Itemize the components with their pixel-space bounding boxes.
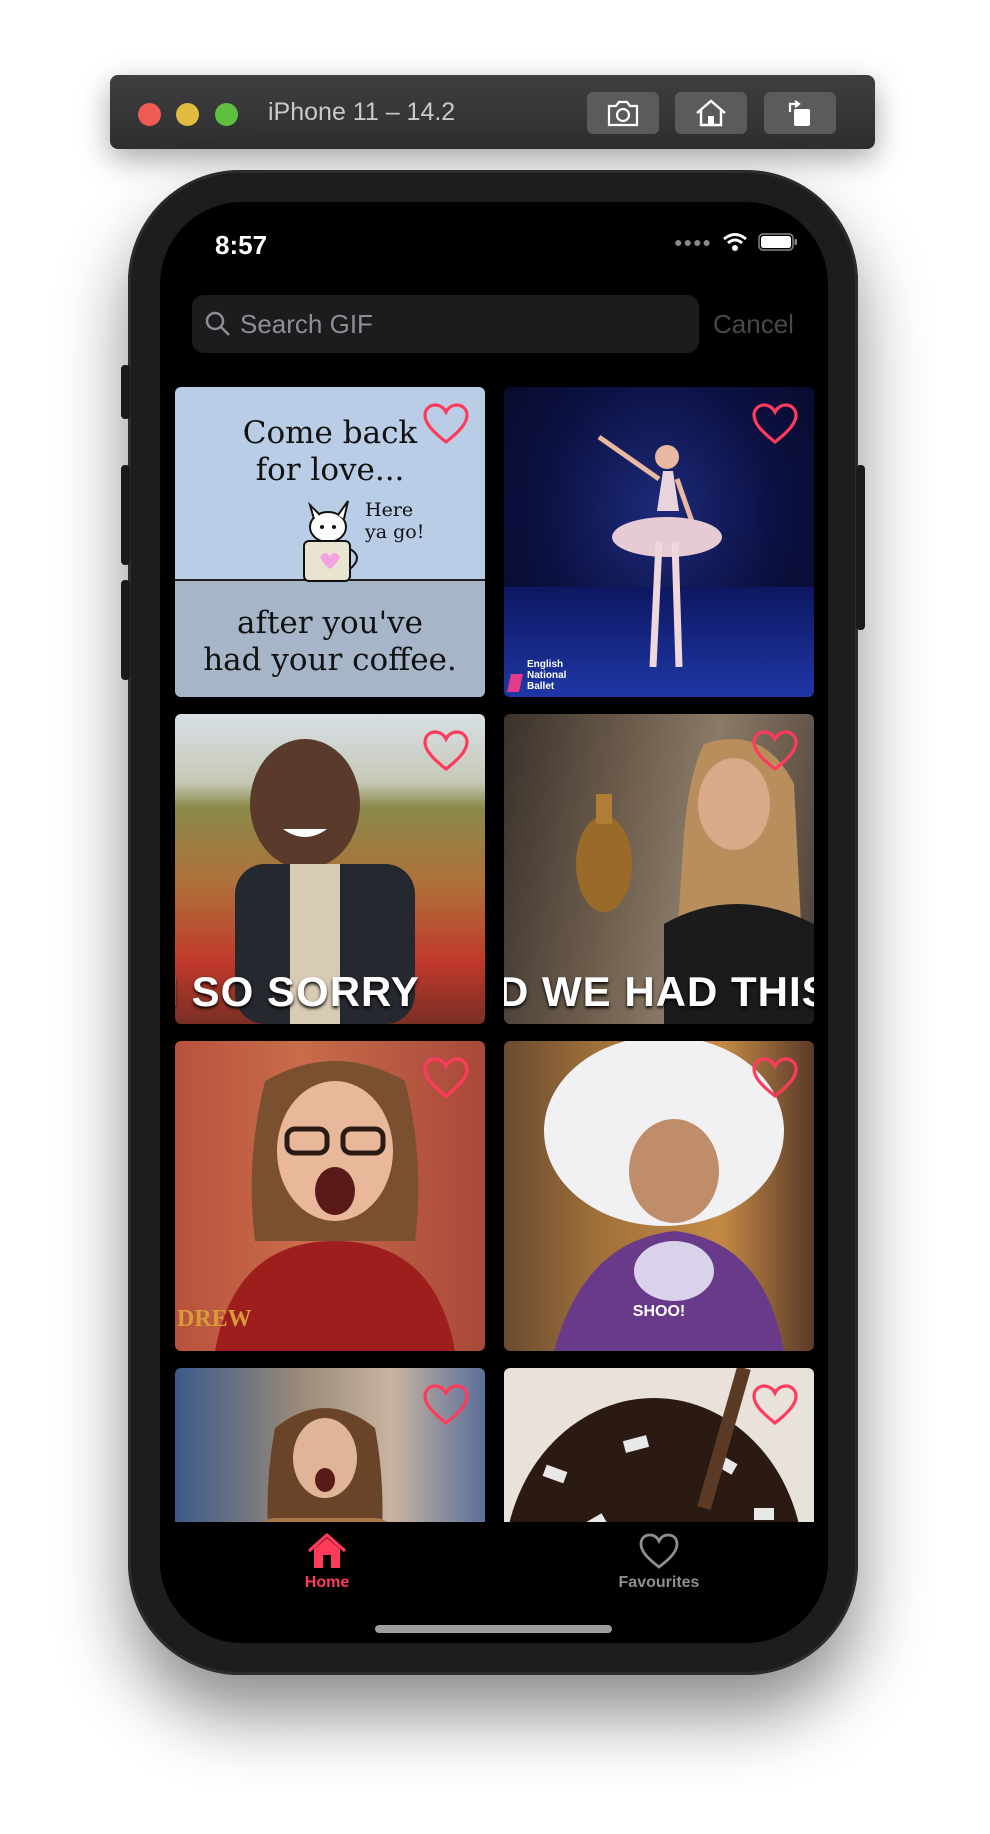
- power-button: [856, 465, 865, 630]
- gif-tile[interactable]: DREW: [175, 1041, 485, 1351]
- gif-caption: SHOO!: [632, 1303, 686, 1320]
- gif-tile[interactable]: [504, 1368, 814, 1522]
- search-placeholder: Search GIF: [240, 309, 373, 339]
- search-input[interactable]: Search GIF: [192, 295, 699, 353]
- device-screen: 8:57 ●●●● Search GIF Cancel Come back for…: [160, 202, 828, 1643]
- ballerina-figure: [597, 434, 722, 668]
- home-button[interactable]: [675, 92, 747, 134]
- simulator-title: iPhone 11 – 14.2: [268, 98, 456, 126]
- wifi-icon: [723, 233, 747, 251]
- minimize-window-button[interactable]: [176, 103, 199, 126]
- gif-text-aside: Here ya go!: [365, 499, 425, 543]
- woman-yelling-figure: [263, 1408, 387, 1522]
- volume-up-button: [121, 465, 130, 565]
- battery-icon: [758, 233, 797, 251]
- favourite-heart-icon[interactable]: [422, 1383, 470, 1427]
- volume-down-button: [121, 580, 130, 680]
- home-filled-icon: [307, 1533, 347, 1568]
- screenshot-button[interactable]: [587, 92, 659, 134]
- gif-tile[interactable]: [175, 1368, 485, 1522]
- gif-tile[interactable]: D WE HAD THIS C: [504, 714, 814, 1024]
- favourite-heart-icon[interactable]: [422, 402, 470, 446]
- home-icon: [696, 99, 726, 127]
- rotate-icon: [788, 100, 810, 126]
- gif-caption: M SO SORRY: [175, 968, 420, 1015]
- gif-text-bottom: after you've had your coffee.: [203, 605, 457, 678]
- gif-caption: D WE HAD THIS C: [504, 968, 814, 1015]
- home-indicator[interactable]: [375, 1625, 612, 1633]
- gif-tile[interactable]: Come back for love... Here ya go! after yo…: [175, 387, 485, 697]
- favourite-heart-icon[interactable]: [751, 729, 799, 773]
- gif-tile[interactable]: M SO SORRY: [175, 714, 485, 1024]
- favourite-heart-icon[interactable]: [751, 402, 799, 446]
- tab-home[interactable]: Home: [247, 1532, 407, 1592]
- tab-home-label: Home: [304, 1574, 350, 1591]
- favourite-heart-icon[interactable]: [422, 729, 470, 773]
- heart-outline-icon: [639, 1533, 679, 1569]
- favourite-heart-icon[interactable]: [422, 1056, 470, 1100]
- notch: [308, 202, 680, 256]
- close-window-button[interactable]: [138, 103, 161, 126]
- zoom-window-button[interactable]: [215, 103, 238, 126]
- gif-tile[interactable]: English National Ballet: [504, 387, 814, 697]
- gif-tile[interactable]: SHOO!: [504, 1041, 814, 1351]
- favourite-heart-icon[interactable]: [751, 1056, 799, 1100]
- mute-switch: [121, 365, 130, 419]
- drew-logo: DREW: [177, 1306, 252, 1332]
- tab-favourites[interactable]: Favourites: [579, 1532, 739, 1592]
- simulator-title-bar: iPhone 11 – 14.2: [110, 75, 875, 149]
- status-icons: ●●●●: [674, 232, 798, 252]
- camera-icon: [607, 100, 639, 127]
- favourite-heart-icon[interactable]: [751, 1383, 799, 1427]
- rotate-button[interactable]: [764, 92, 836, 134]
- puppy-illustration: [303, 500, 358, 582]
- english-national-ballet-logo: English National Ballet: [507, 659, 566, 692]
- tab-favourites-label: Favourites: [618, 1574, 700, 1591]
- signal-icon: ●●●●: [674, 234, 712, 250]
- status-time: 8:57: [215, 230, 268, 260]
- cancel-button[interactable]: Cancel: [713, 309, 794, 340]
- gif-grid: Come back for love... Here ya go! after yo…: [175, 387, 815, 1522]
- search-icon: [205, 311, 230, 336]
